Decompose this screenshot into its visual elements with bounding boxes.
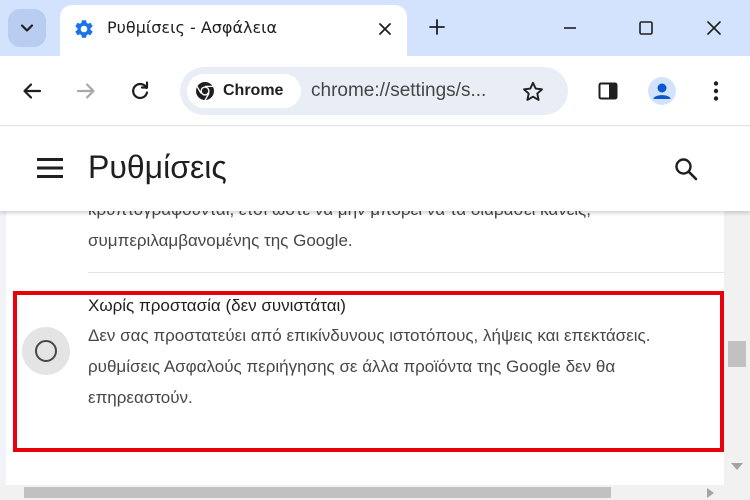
no-protection-title[interactable]: Χωρίς προστασία (δεν συνιστάται) (88, 296, 346, 316)
settings-content: κρυπτογραφούνται, έτσι ώστε να μην μπορε… (0, 211, 750, 485)
profile-button[interactable] (648, 77, 676, 105)
page-title: Ρυθμίσεις (88, 149, 227, 185)
no-protection-radio[interactable] (22, 327, 70, 375)
scroll-down-arrow-icon[interactable] (731, 463, 743, 470)
no-protection-description: Δεν σας προστατεύει από επικίνδυνους ιστ… (88, 326, 651, 345)
window-close-button[interactable] (692, 10, 736, 46)
vertical-scrollbar[interactable] (724, 211, 750, 485)
plus-icon (429, 19, 445, 35)
forward-button[interactable] (72, 77, 100, 105)
chevron-down-icon (20, 24, 34, 32)
arrow-back-icon (23, 83, 42, 99)
new-tab-button[interactable] (424, 14, 450, 40)
reload-icon (132, 81, 149, 100)
close-icon (379, 23, 391, 35)
search-settings-button[interactable] (672, 155, 700, 183)
divider (88, 272, 724, 273)
previous-option-text: κρυπτογραφούνται, έτσι ώστε να μην μπορε… (88, 211, 718, 220)
side-panel-button[interactable] (594, 77, 622, 105)
side-panel-icon (598, 82, 618, 100)
close-tab-button[interactable] (373, 17, 397, 41)
chip-label: Chrome (223, 82, 284, 99)
minimize-icon (564, 27, 576, 29)
search-icon (675, 158, 698, 181)
previous-option-text: συμπεριλαμβανομένης της Google. (88, 231, 353, 250)
gear-icon (75, 20, 93, 38)
back-button[interactable] (18, 77, 46, 105)
arrow-forward-icon (76, 83, 95, 99)
address-bar[interactable]: Chrome chrome://settings/s... (180, 67, 568, 115)
avatar-icon (648, 77, 676, 105)
horizontal-scrollbar[interactable] (0, 485, 750, 500)
site-info-chip[interactable]: Chrome (187, 74, 301, 108)
horizontal-scroll-thumb[interactable] (24, 487, 611, 498)
reload-button[interactable] (126, 77, 154, 105)
close-icon (707, 21, 721, 35)
no-protection-description: επηρεαστούν. (88, 388, 193, 407)
bookmark-button[interactable] (520, 79, 546, 105)
vertical-scroll-thumb[interactable] (728, 341, 746, 367)
settings-header: Ρυθμίσεις (0, 127, 750, 211)
tab-strip: Ρυθμίσεις - Ασφάλεια (0, 0, 750, 56)
safe-browsing-card: κρυπτογραφούνται, έτσι ώστε να μην μπορε… (6, 211, 724, 485)
url-text[interactable]: chrome://settings/s... (311, 80, 486, 102)
menu-icon[interactable] (36, 156, 64, 180)
star-icon (523, 81, 543, 101)
tab-search-button[interactable] (8, 9, 46, 47)
active-tab[interactable]: Ρυθμίσεις - Ασφάλεια (60, 5, 407, 56)
maximize-icon (639, 21, 653, 35)
no-protection-description: ρυθμίσεις Ασφαλούς περιήγησης σε άλλα πρ… (88, 357, 616, 376)
menu-button[interactable] (702, 77, 730, 105)
radio-ring (35, 340, 57, 362)
tab-title: Ρυθμίσεις - Ασφάλεια (107, 18, 278, 37)
more-vert-icon (713, 81, 719, 101)
minimize-button[interactable] (548, 10, 592, 46)
browser-toolbar: Chrome chrome://settings/s... (0, 56, 750, 126)
scroll-right-arrow-icon[interactable] (707, 488, 714, 498)
chrome-logo-icon (196, 82, 214, 101)
maximize-button[interactable] (624, 10, 668, 46)
